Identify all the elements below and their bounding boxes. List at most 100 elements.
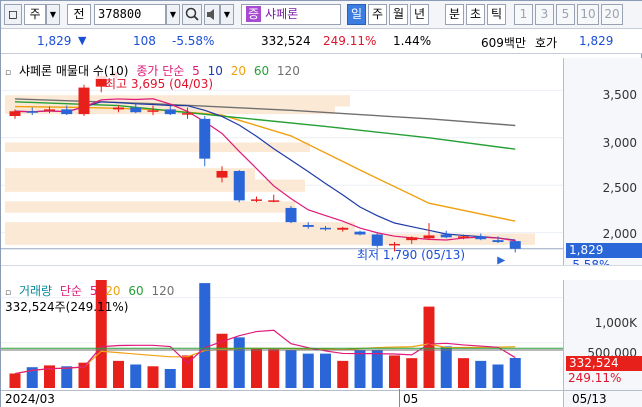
- down-arrow-icon: ▼: [78, 34, 87, 47]
- volume-profile-bar: [5, 179, 305, 192]
- legend-vol-ma60[interactable]: 60: [128, 284, 143, 298]
- volume-bar: [302, 353, 314, 388]
- speaker-icon[interactable]: [204, 4, 220, 25]
- volume-bar: [458, 358, 469, 388]
- current-price-tag: 1,829: [566, 243, 642, 258]
- name-tag: 증: [246, 6, 262, 22]
- candle-body: [354, 231, 366, 235]
- period-year-button[interactable]: 년: [410, 4, 429, 25]
- interval-10-button[interactable]: 10: [577, 4, 599, 25]
- candle-body: [371, 234, 383, 246]
- period-month-button[interactable]: 월: [389, 4, 408, 25]
- price-chart[interactable]: ▫ 샤페론 매물대 수(10) 종가 단순 5 10 20 60 120 최고 …: [1, 58, 563, 265]
- current-volume-ratio: 249.11%: [568, 371, 622, 385]
- legend-ma60[interactable]: 60: [254, 64, 269, 78]
- volume-axis: 1,000K 500,000 332,524 249.11%: [563, 280, 642, 390]
- market-dropdown-icon[interactable]: ▼: [46, 4, 60, 25]
- code-value: 378800: [98, 7, 142, 21]
- view-toggle[interactable]: 전: [67, 4, 91, 25]
- volume-bar: [9, 373, 21, 388]
- interval-1-label: 1: [519, 7, 528, 21]
- volume-bar: [199, 283, 211, 388]
- legend-ma20[interactable]: 20: [231, 64, 246, 78]
- period-minute-button[interactable]: 분: [445, 4, 464, 25]
- interval-1-button[interactable]: 1: [514, 4, 533, 25]
- volume-bar: [337, 360, 349, 388]
- volume-value: 332,524: [261, 34, 311, 48]
- legend-vol-ma20[interactable]: 20: [105, 284, 120, 298]
- date-start: 2024/03: [5, 392, 55, 406]
- period-second-button[interactable]: 초: [466, 4, 485, 25]
- legend-ma120[interactable]: 120: [277, 64, 300, 78]
- legend-volume-type: 단순: [59, 284, 82, 298]
- candle-body: [458, 236, 469, 238]
- volume-bar: [233, 337, 245, 388]
- period-minute-label: 분: [448, 7, 461, 21]
- volume-profile-bar: [5, 142, 310, 153]
- candle-body: [440, 234, 452, 238]
- ytick-2500: 2,500: [602, 181, 637, 195]
- volume-profile-bar: [5, 222, 355, 234]
- volume-legend: ▫ 거래량 단순 5 20 60 120: [5, 284, 175, 298]
- volume-bar: [371, 350, 383, 388]
- candle-body: [164, 109, 176, 115]
- high-price-label: 최고 3,695 (04/03): [105, 77, 214, 91]
- volume-bar: [354, 350, 366, 388]
- interval-20-button[interactable]: 20: [601, 4, 623, 25]
- period-second-label: 초: [469, 7, 482, 21]
- period-week-button[interactable]: 주: [368, 4, 387, 25]
- volume-bar: [164, 369, 176, 388]
- period-day-button[interactable]: 일: [347, 4, 366, 25]
- candle-body: [233, 170, 245, 201]
- volume-bar: [130, 364, 142, 388]
- code-dropdown-icon[interactable]: ▼: [166, 4, 180, 25]
- candle-body: [9, 111, 21, 117]
- legend-vol-ma5[interactable]: 5: [90, 284, 98, 298]
- interval-3-label: 3: [540, 7, 549, 21]
- date-mid: 05: [399, 389, 418, 407]
- candle-body: [130, 107, 142, 113]
- period-tick-button[interactable]: 틱: [487, 4, 506, 25]
- trade-amount: 609백만: [481, 36, 526, 50]
- date-axis-right: 05/13: [563, 390, 642, 407]
- candle-body: [268, 200, 280, 202]
- bid-label: 호가: [535, 36, 558, 50]
- candle-body: [251, 199, 262, 201]
- period-week-label: 주: [371, 7, 384, 21]
- window-icon[interactable]: ◻: [4, 4, 22, 25]
- search-icon[interactable]: [182, 4, 202, 25]
- price-chart-svg: [1, 70, 563, 265]
- candle-body: [61, 109, 73, 115]
- legend-vol-ma120[interactable]: 120: [152, 284, 175, 298]
- market-label: 주: [29, 7, 41, 21]
- candle-body: [509, 241, 521, 249]
- volume-bar: [113, 360, 124, 388]
- volume-bar: [61, 366, 73, 388]
- market-select[interactable]: 주: [24, 4, 46, 25]
- candle-body: [78, 87, 90, 115]
- candle-body: [44, 109, 55, 111]
- interval-20-label: 20: [604, 7, 620, 21]
- interval-3-button[interactable]: 3: [535, 4, 554, 25]
- quote-bar: 1,829 ▼ 108 -5.58% 332,524 249.11% 1.44%…: [1, 29, 642, 54]
- candle-body: [113, 107, 124, 110]
- candle-body: [337, 227, 349, 230]
- candle-body: [216, 170, 228, 178]
- bid-price: 1,829: [579, 34, 614, 48]
- stock-name-field[interactable]: 증 샤페론: [241, 4, 341, 25]
- volume-bar: [389, 355, 400, 388]
- date-axis: 2024/03 05: [1, 389, 563, 407]
- candle-body: [199, 118, 211, 159]
- candle-body: [492, 240, 504, 243]
- period-tick-label: 틱: [490, 7, 503, 21]
- interval-5-button[interactable]: 5: [556, 4, 575, 25]
- volume-bar: [509, 357, 521, 388]
- speaker-dropdown-icon[interactable]: ▼: [220, 4, 234, 25]
- vol-ma5-line: [14, 329, 516, 375]
- code-input[interactable]: 378800: [94, 4, 166, 25]
- stock-chart-window: ◻ 주 ▼ 전 378800 ▼ ▼ 증 샤페론 일 주 월 년 분 초 틱 1 …: [0, 0, 642, 407]
- toolbar: ◻ 주 ▼ 전 378800 ▼ ▼ 증 샤페론 일 주 월 년 분 초 틱 1 …: [1, 1, 642, 29]
- candle-body: [475, 236, 487, 240]
- volume-bar: [268, 349, 280, 388]
- volume-bar: [406, 358, 418, 388]
